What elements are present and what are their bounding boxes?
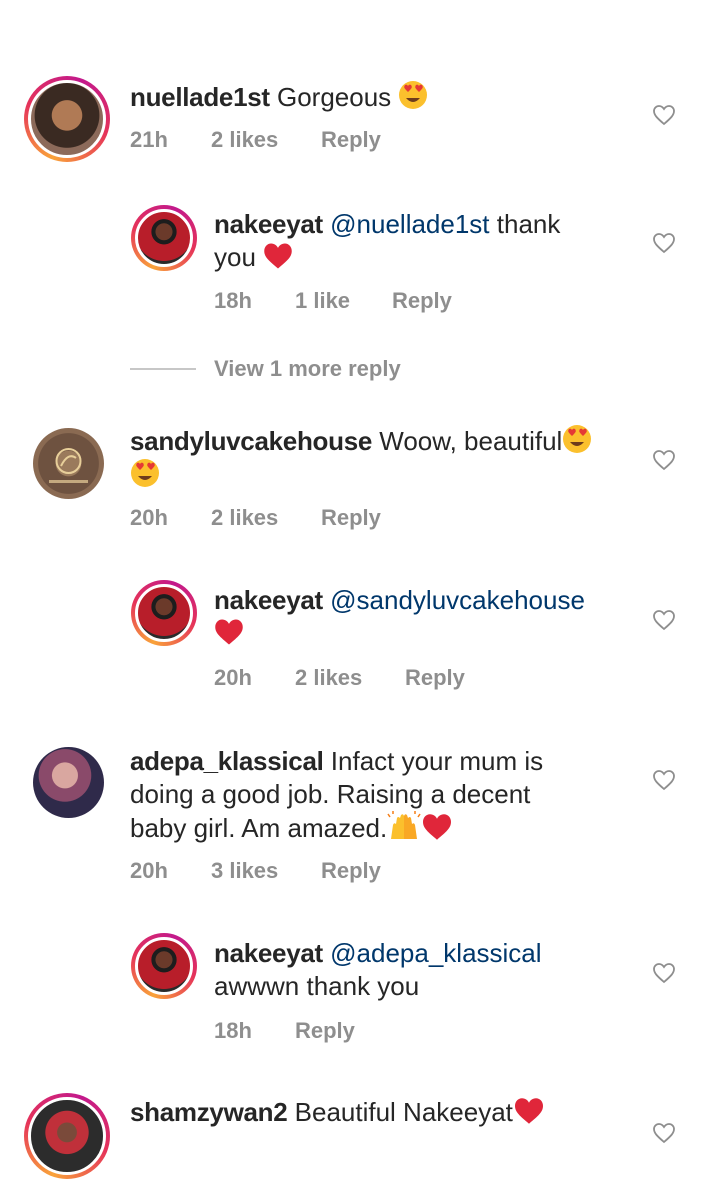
mention-link[interactable]: @sandyluvcakehouse	[330, 585, 585, 615]
comment-meta: 20h 3 likes Reply	[130, 858, 381, 884]
heart-eyes-emoji-icon	[399, 81, 428, 109]
heart-outline-icon[interactable]	[652, 231, 676, 255]
comment-text: nakeeyat @sandyluvcakehouse	[214, 584, 634, 650]
red-heart-emoji-icon	[514, 1098, 543, 1124]
comment-time: 20h	[130, 505, 168, 530]
heart-outline-icon[interactable]	[652, 768, 676, 792]
comment-body: Beautiful Nakeeyat	[294, 1097, 513, 1127]
comment-body: doing a good job. Raising a decent	[130, 779, 531, 809]
comment-meta: 18h 1 like Reply	[214, 288, 452, 314]
avatar[interactable]	[33, 747, 104, 818]
avatar[interactable]	[24, 1093, 110, 1179]
view-more-replies-button[interactable]: View 1 more reply	[130, 352, 401, 386]
comment-text: shamzywan2 Beautiful Nakeeyat	[130, 1096, 630, 1129]
comment-username[interactable]: nakeeyat	[214, 938, 323, 968]
mention-link[interactable]: @adepa_klassical	[330, 938, 541, 968]
red-heart-emoji-icon	[264, 243, 292, 269]
comment-meta: 20h 2 likes Reply	[214, 665, 465, 691]
comment-username[interactable]: nuellade1st	[130, 82, 270, 112]
comment-likes[interactable]: 2 likes	[295, 665, 405, 691]
comment-text: nakeeyat @nuellade1st thank you	[214, 208, 634, 274]
comment-likes[interactable]: 2 likes	[211, 505, 321, 531]
comment-text: sandyluvcakehouse Woow, beautiful	[130, 424, 630, 492]
heart-outline-icon[interactable]	[652, 103, 676, 127]
comment-text: adepa_klassical Infact your mum is doing…	[130, 745, 630, 845]
comment-meta: 20h 2 likes Reply	[130, 505, 381, 531]
red-heart-emoji-icon	[423, 814, 452, 840]
comment-text: nakeeyat @adepa_klassical awwwn thank yo…	[214, 937, 634, 1003]
comment-text: nuellade1st Gorgeous	[130, 80, 630, 114]
heart-outline-icon[interactable]	[652, 961, 676, 985]
comment-username[interactable]: nakeeyat	[214, 585, 323, 615]
comment-time: 18h	[214, 1018, 252, 1043]
comment-body: Infact your mum is	[330, 746, 544, 776]
comment-body: you	[214, 242, 256, 272]
comment-body: awwwn thank you	[214, 971, 420, 1001]
view-more-label[interactable]: View 1 more reply	[214, 356, 401, 382]
reply-button[interactable]: Reply	[321, 858, 381, 884]
avatar[interactable]	[24, 76, 110, 162]
comment-body: Woow, beautiful	[379, 426, 563, 456]
avatar[interactable]	[131, 580, 197, 646]
comment-body: baby girl. Am amazed.	[130, 813, 388, 843]
raising-hands-emoji-icon	[387, 811, 421, 839]
reply-button[interactable]: Reply	[295, 1018, 355, 1044]
comment-likes[interactable]: 1 like	[295, 288, 392, 314]
avatar[interactable]	[131, 933, 197, 999]
comment-username[interactable]: sandyluvcakehouse	[130, 426, 372, 456]
comment-username[interactable]: shamzywan2	[130, 1097, 288, 1127]
comment-body: thank	[496, 209, 561, 239]
heart-outline-icon[interactable]	[652, 448, 676, 472]
comment-body: Gorgeous	[277, 82, 392, 112]
red-heart-emoji-icon	[215, 619, 243, 645]
comment-likes[interactable]: 2 likes	[211, 127, 321, 153]
logo-icon	[49, 448, 88, 483]
comment-username[interactable]: nakeeyat	[214, 209, 323, 239]
reply-button[interactable]: Reply	[405, 665, 465, 691]
comment-time: 21h	[130, 127, 168, 152]
comment-meta: 18h Reply	[214, 1018, 355, 1044]
comment-username[interactable]: adepa_klassical	[130, 746, 324, 776]
mention-link[interactable]: @nuellade1st	[330, 209, 489, 239]
comment-time: 20h	[130, 858, 168, 883]
reply-button[interactable]: Reply	[392, 288, 452, 314]
heart-outline-icon[interactable]	[652, 608, 676, 632]
reply-button[interactable]: Reply	[321, 505, 381, 531]
reply-button[interactable]: Reply	[321, 127, 381, 153]
avatar[interactable]	[33, 428, 104, 499]
comment-time: 20h	[214, 665, 252, 690]
heart-eyes-emoji-icon	[563, 425, 592, 453]
comment-time: 18h	[214, 288, 252, 313]
comment-likes[interactable]: 3 likes	[211, 858, 321, 884]
comment-meta: 21h 2 likes Reply	[130, 127, 381, 153]
heart-outline-icon[interactable]	[652, 1121, 676, 1145]
avatar[interactable]	[131, 205, 197, 271]
divider	[130, 368, 196, 370]
heart-eyes-emoji-icon	[131, 459, 159, 487]
